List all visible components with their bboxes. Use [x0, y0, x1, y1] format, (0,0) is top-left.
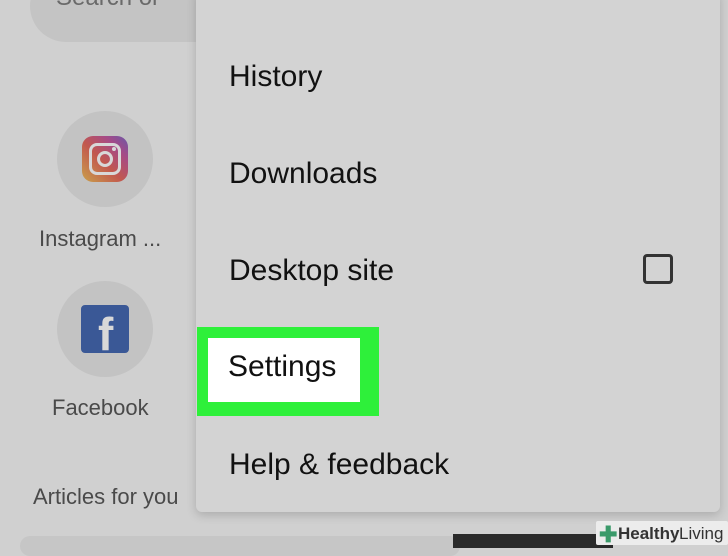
- settings-label: Settings: [228, 350, 337, 383]
- shortcut-label: Facebook: [52, 395, 149, 420]
- articles-heading: Articles for you: [33, 484, 179, 509]
- facebook-icon: f: [81, 305, 129, 353]
- menu-item-desktop-site[interactable]: Desktop site: [229, 254, 394, 288]
- desktop-site-checkbox[interactable]: [643, 254, 673, 284]
- overflow-menu: History Downloads Desktop site Help & fe…: [196, 0, 720, 512]
- plus-icon: ✚: [599, 522, 618, 547]
- instagram-icon: [82, 136, 128, 182]
- watermark-brand-bold: Healthy: [618, 524, 680, 543]
- settings-highlight: Settings: [197, 327, 379, 416]
- shortcut-circle: f: [57, 281, 153, 377]
- search-placeholder: Search or: [56, 0, 160, 12]
- article-card[interactable]: [20, 536, 460, 556]
- shortcut-label: Instagram ...: [39, 226, 162, 251]
- menu-item-settings[interactable]: Settings: [208, 338, 360, 402]
- watermark-logo: ✚ Healthy Living: [596, 521, 728, 547]
- menu-item-help-feedback[interactable]: Help & feedback: [229, 448, 449, 482]
- menu-item-downloads[interactable]: Downloads: [229, 157, 377, 191]
- watermark-brand-rest: Living: [679, 524, 724, 543]
- shortcut-circle: [57, 111, 153, 207]
- menu-item-history[interactable]: History: [229, 60, 322, 94]
